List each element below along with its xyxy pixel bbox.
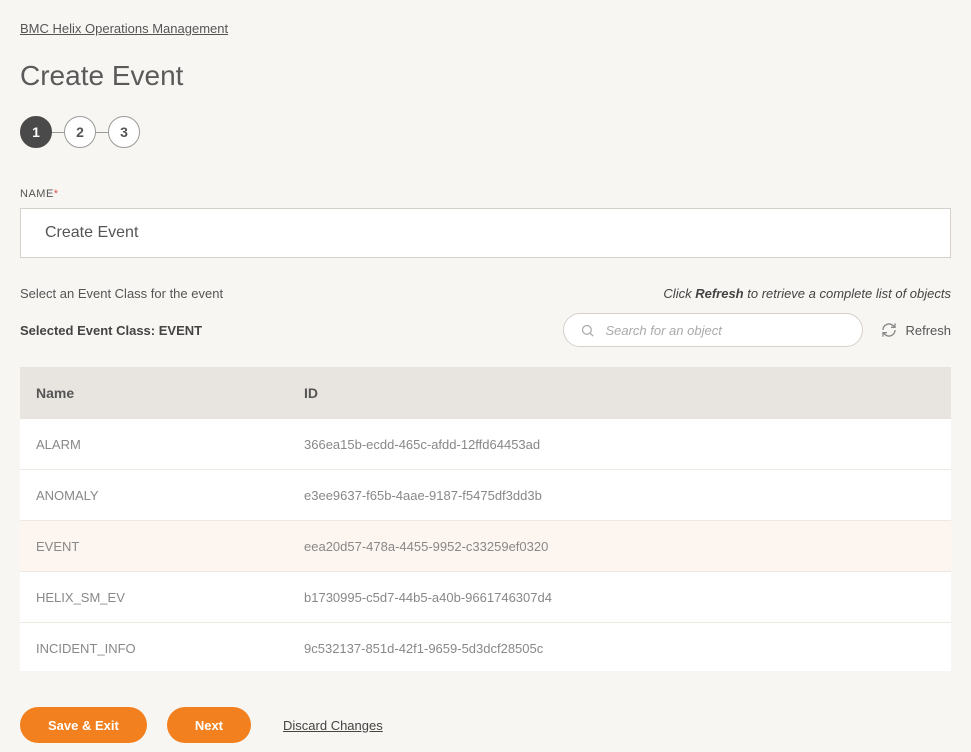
footer: Save & Exit Next Discard Changes <box>20 707 951 743</box>
refresh-icon <box>881 322 897 338</box>
table-row[interactable]: HELIX_SM_EVb1730995-c5d7-44b5-a40b-96617… <box>20 572 951 623</box>
instruction-text: Select an Event Class for the event <box>20 286 223 301</box>
save-exit-button[interactable]: Save & Exit <box>20 707 147 743</box>
page-title: Create Event <box>20 60 951 92</box>
discard-changes-link[interactable]: Discard Changes <box>283 718 383 733</box>
cell-name: INCIDENT_INFO <box>20 641 300 656</box>
cell-id: 9c532137-851d-42f1-9659-5d3dcf28505c <box>300 641 951 656</box>
cell-id: eea20d57-478a-4455-9952-c33259ef0320 <box>300 539 951 554</box>
refresh-label: Refresh <box>905 323 951 338</box>
table-row[interactable]: ALARM366ea15b-ecdd-465c-afdd-12ffd64453a… <box>20 419 951 470</box>
event-class-table: Name ID ALARM366ea15b-ecdd-465c-afdd-12f… <box>20 367 951 671</box>
refresh-button[interactable]: Refresh <box>881 322 951 338</box>
table-row[interactable]: ANOMALYe3ee9637-f65b-4aae-9187-f5475df3d… <box>20 470 951 521</box>
name-field-label: NAME* <box>20 188 951 200</box>
step-connector <box>52 132 64 133</box>
next-button[interactable]: Next <box>167 707 251 743</box>
step-2[interactable]: 2 <box>64 116 96 148</box>
refresh-hint: Click Refresh to retrieve a complete lis… <box>663 286 951 301</box>
header-id: ID <box>300 385 951 401</box>
cell-name: HELIX_SM_EV <box>20 590 300 605</box>
table-header: Name ID <box>20 367 951 419</box>
step-1[interactable]: 1 <box>20 116 52 148</box>
cell-name: ANOMALY <box>20 488 300 503</box>
name-input[interactable] <box>20 208 951 258</box>
cell-id: b1730995-c5d7-44b5-a40b-9661746307d4 <box>300 590 951 605</box>
header-name: Name <box>20 385 300 401</box>
stepper: 1 2 3 <box>20 116 951 148</box>
search-icon <box>580 323 595 338</box>
step-connector <box>96 132 108 133</box>
cell-id: 366ea15b-ecdd-465c-afdd-12ffd64453ad <box>300 437 951 452</box>
cell-name: EVENT <box>20 539 300 554</box>
cell-id: e3ee9637-f65b-4aae-9187-f5475df3dd3b <box>300 488 951 503</box>
search-box[interactable] <box>563 313 863 347</box>
step-3[interactable]: 3 <box>108 116 140 148</box>
breadcrumb[interactable]: BMC Helix Operations Management <box>20 21 228 36</box>
table-row[interactable]: INCIDENT_INFO9c532137-851d-42f1-9659-5d3… <box>20 623 951 671</box>
table-row[interactable]: EVENTeea20d57-478a-4455-9952-c33259ef032… <box>20 521 951 572</box>
cell-name: ALARM <box>20 437 300 452</box>
search-input[interactable] <box>605 323 846 338</box>
selected-event-class: Selected Event Class: EVENT <box>20 323 202 338</box>
table-body[interactable]: ALARM366ea15b-ecdd-465c-afdd-12ffd64453a… <box>20 419 951 671</box>
